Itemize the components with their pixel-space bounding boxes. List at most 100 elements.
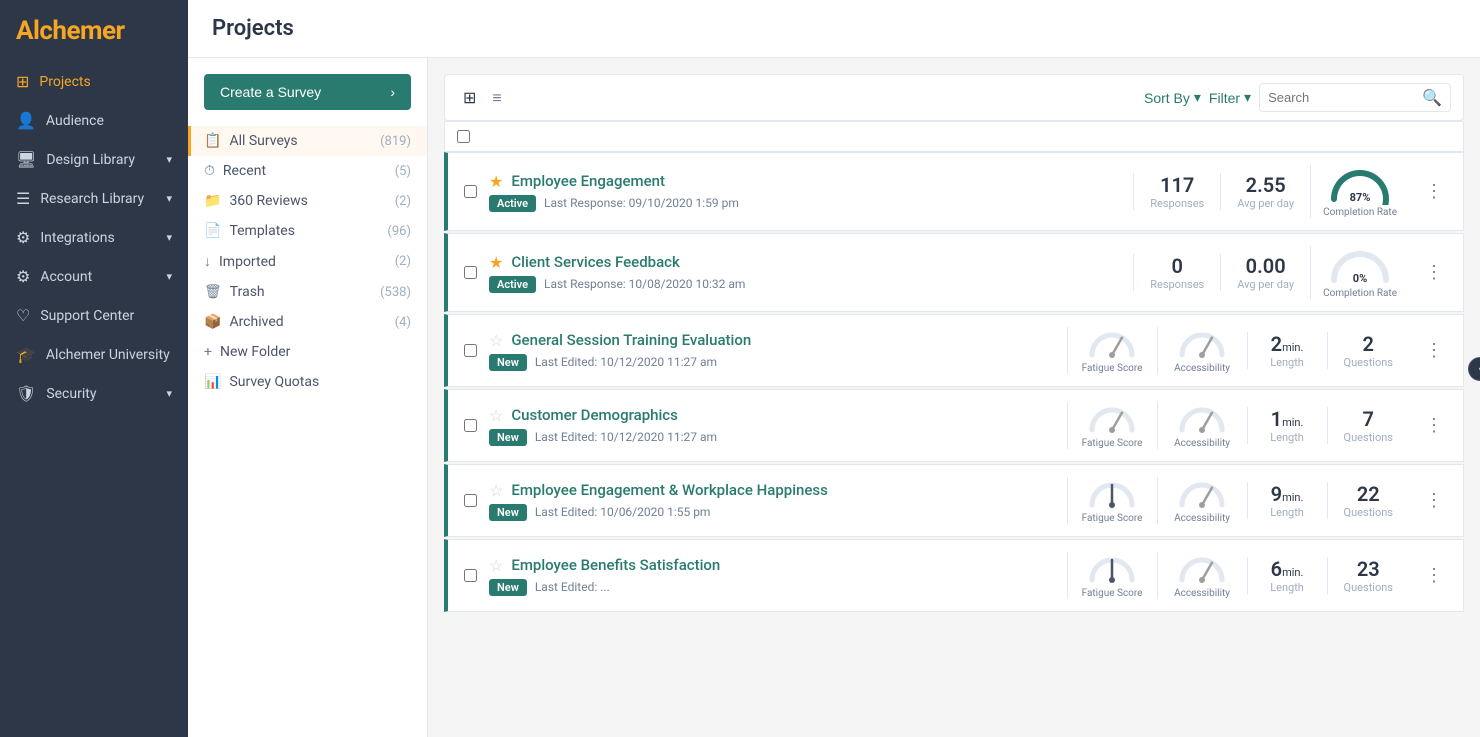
survey-last-response: Last Edited: 10/12/2020 11:27 am <box>535 430 717 444</box>
survey-checkbox-general-session[interactable] <box>464 344 477 357</box>
folder-item-all-surveys[interactable]: 📋 All Surveys (819) <box>188 126 427 156</box>
fatigue-gauge: Fatigue Score <box>1067 402 1157 449</box>
survey-card-employee-engagement[interactable]: ★ Employee Engagement Active Last Respon… <box>444 152 1464 231</box>
survey-checkbox-client-services[interactable] <box>464 266 477 279</box>
more-options-button[interactable]: ⋮ <box>1421 177 1447 206</box>
folder-item-360-reviews[interactable]: 📁 360 Reviews (2) <box>188 186 427 216</box>
folder-icon-recent: ⏱ <box>204 163 215 179</box>
sidebar-item-support[interactable]: ♡ Support Center <box>0 296 188 335</box>
more-options-button[interactable]: ⋮ <box>1421 411 1447 440</box>
star-empty-icon[interactable]: ☆ <box>489 406 503 425</box>
fatigue-gauge: Fatigue Score <box>1067 552 1157 599</box>
select-all-checkbox[interactable] <box>457 130 470 143</box>
sidebar-item-projects[interactable]: ⊞ Projects <box>0 62 188 101</box>
survey-name: ☆ Employee Benefits Satisfaction <box>489 556 1055 575</box>
accessibility-label: Accessibility <box>1174 588 1230 599</box>
survey-checkbox-employee-engagement[interactable] <box>464 185 477 198</box>
survey-last-response: Last Edited: ... <box>535 580 610 594</box>
survey-info: ★ Client Services Feedback Active Last R… <box>489 253 1121 293</box>
filter-button[interactable]: Filter ▾ <box>1209 89 1251 106</box>
folder-item-survey-quotas[interactable]: 📊 Survey Quotas <box>188 367 427 397</box>
survey-badge: New <box>489 354 527 371</box>
folder-item-templates[interactable]: 📄 Templates (96) <box>188 216 427 246</box>
survey-badge: New <box>489 579 527 596</box>
filter-label: Filter <box>1209 90 1240 106</box>
star-empty-icon[interactable]: ☆ <box>489 481 503 500</box>
sidebar-label-university: Alchemer University <box>46 347 170 363</box>
star-icon[interactable]: ★ <box>489 253 503 272</box>
sidebar-item-audience[interactable]: 👤 Audience <box>0 101 188 140</box>
length-stat: 2min. Length <box>1247 332 1327 369</box>
length-value: 1min. <box>1271 407 1304 431</box>
avg-stat: 0.00 Avg per day <box>1220 254 1310 291</box>
accessibility-gauge: Accessibility <box>1157 552 1247 599</box>
sidebar-icon-projects: ⊞ <box>16 72 29 91</box>
folder-label-trash: Trash <box>230 284 265 300</box>
star-empty-icon[interactable]: ☆ <box>489 556 503 575</box>
survey-meta: Active Last Response: 09/10/2020 1:59 pm <box>489 195 1121 212</box>
survey-meta: New Last Edited: 10/12/2020 11:27 am <box>489 429 1055 446</box>
sidebar-item-research[interactable]: ☰ Research Library ▾ <box>0 179 188 218</box>
fatigue-gauge: Fatigue Score <box>1067 477 1157 524</box>
sidebar-icon-audience: 👤 <box>16 111 36 130</box>
folder-label-360-reviews: 360 Reviews <box>229 193 307 209</box>
survey-last-response: Last Edited: 10/06/2020 1:55 pm <box>535 505 711 519</box>
sort-label: Sort By <box>1144 90 1190 106</box>
star-icon[interactable]: ★ <box>489 172 503 191</box>
survey-title: General Session Training Evaluation <box>511 331 751 349</box>
responses-label: Responses <box>1150 197 1204 210</box>
folder-item-archived[interactable]: 📦 Archived (4) <box>188 307 427 337</box>
sidebar-label-security: Security <box>46 386 96 402</box>
sidebar-label-projects: Projects <box>39 74 90 90</box>
more-options-button[interactable]: ⋮ <box>1421 258 1447 287</box>
sidebar-icon-integrations: ⚙ <box>16 228 30 247</box>
more-options-button[interactable]: ⋮ <box>1421 486 1447 515</box>
survey-card-employee-workplace[interactable]: ☆ Employee Engagement & Workplace Happin… <box>444 464 1464 537</box>
fatigue-label: Fatigue Score <box>1082 363 1143 374</box>
survey-checkbox-employee-workplace[interactable] <box>464 494 477 507</box>
questions-label: Questions <box>1344 506 1393 519</box>
avg-stat: 2.55 Avg per day <box>1220 173 1310 210</box>
fatigue-label: Fatigue Score <box>1082 513 1143 524</box>
survey-card-employee-benefits[interactable]: ☆ Employee Benefits Satisfaction New Las… <box>444 539 1464 612</box>
folder-item-imported[interactable]: ↓ Imported (2) <box>188 246 427 277</box>
folder-icon-new-folder: + <box>204 344 212 360</box>
folder-count-all-surveys: (819) <box>380 134 411 149</box>
survey-info: ☆ Employee Benefits Satisfaction New Las… <box>489 556 1055 596</box>
completion-gauge: 0% Completion Rate <box>1310 246 1409 299</box>
survey-stats: Fatigue Score Accessibility 1min. Length… <box>1067 402 1409 449</box>
sidebar-item-security[interactable]: 🛡 Security ▾ <box>0 374 188 413</box>
survey-card-general-session[interactable]: ☆ General Session Training Evaluation Ne… <box>444 314 1464 387</box>
questions-stat: 22 Questions <box>1327 482 1409 519</box>
list-view-icon[interactable]: ≡ <box>486 84 507 112</box>
search-input[interactable] <box>1268 90 1418 105</box>
sidebar-item-university[interactable]: 🎓 Alchemer University <box>0 335 188 374</box>
survey-card-customer-demographics[interactable]: ☆ Customer Demographics New Last Edited:… <box>444 389 1464 462</box>
survey-card-client-services[interactable]: ★ Client Services Feedback Active Last R… <box>444 233 1464 312</box>
folder-count-archived: (4) <box>395 315 411 330</box>
survey-title: Client Services Feedback <box>511 253 679 271</box>
more-options-button[interactable]: ⋮ <box>1421 561 1447 590</box>
avg-label: Avg per day <box>1237 197 1294 210</box>
more-options-button[interactable]: ⋮ <box>1421 336 1447 365</box>
folder-item-recent[interactable]: ⏱ Recent (5) <box>188 156 427 186</box>
sidebar-item-design-library[interactable]: 🖥 Design Library ▾ <box>0 140 188 179</box>
grid-view-icon[interactable]: ⊞ <box>457 84 482 112</box>
folder-item-new-folder[interactable]: + New Folder <box>188 337 427 367</box>
sort-button[interactable]: Sort By ▾ <box>1144 89 1201 106</box>
survey-checkbox-customer-demographics[interactable] <box>464 419 477 432</box>
sort-chevron-icon: ▾ <box>1194 89 1201 106</box>
sidebar-item-integrations[interactable]: ⚙ Integrations ▾ <box>0 218 188 257</box>
folder-item-trash[interactable]: 🗑 Trash (538) <box>188 277 427 307</box>
sidebar-label-support: Support Center <box>40 308 134 324</box>
star-empty-icon[interactable]: ☆ <box>489 331 503 350</box>
survey-checkbox-employee-benefits[interactable] <box>464 569 477 582</box>
folder-count-recent: (5) <box>395 164 411 179</box>
survey-badge: New <box>489 504 527 521</box>
folder-label-archived: Archived <box>229 314 283 330</box>
logo: Alchemer <box>0 0 188 62</box>
sidebar-item-account[interactable]: ⚙ Account ▾ <box>0 257 188 296</box>
create-survey-button[interactable]: Create a Survey › <box>204 74 411 110</box>
accessibility-gauge: Accessibility <box>1157 327 1247 374</box>
questions-stat: 2 Questions <box>1327 332 1409 369</box>
